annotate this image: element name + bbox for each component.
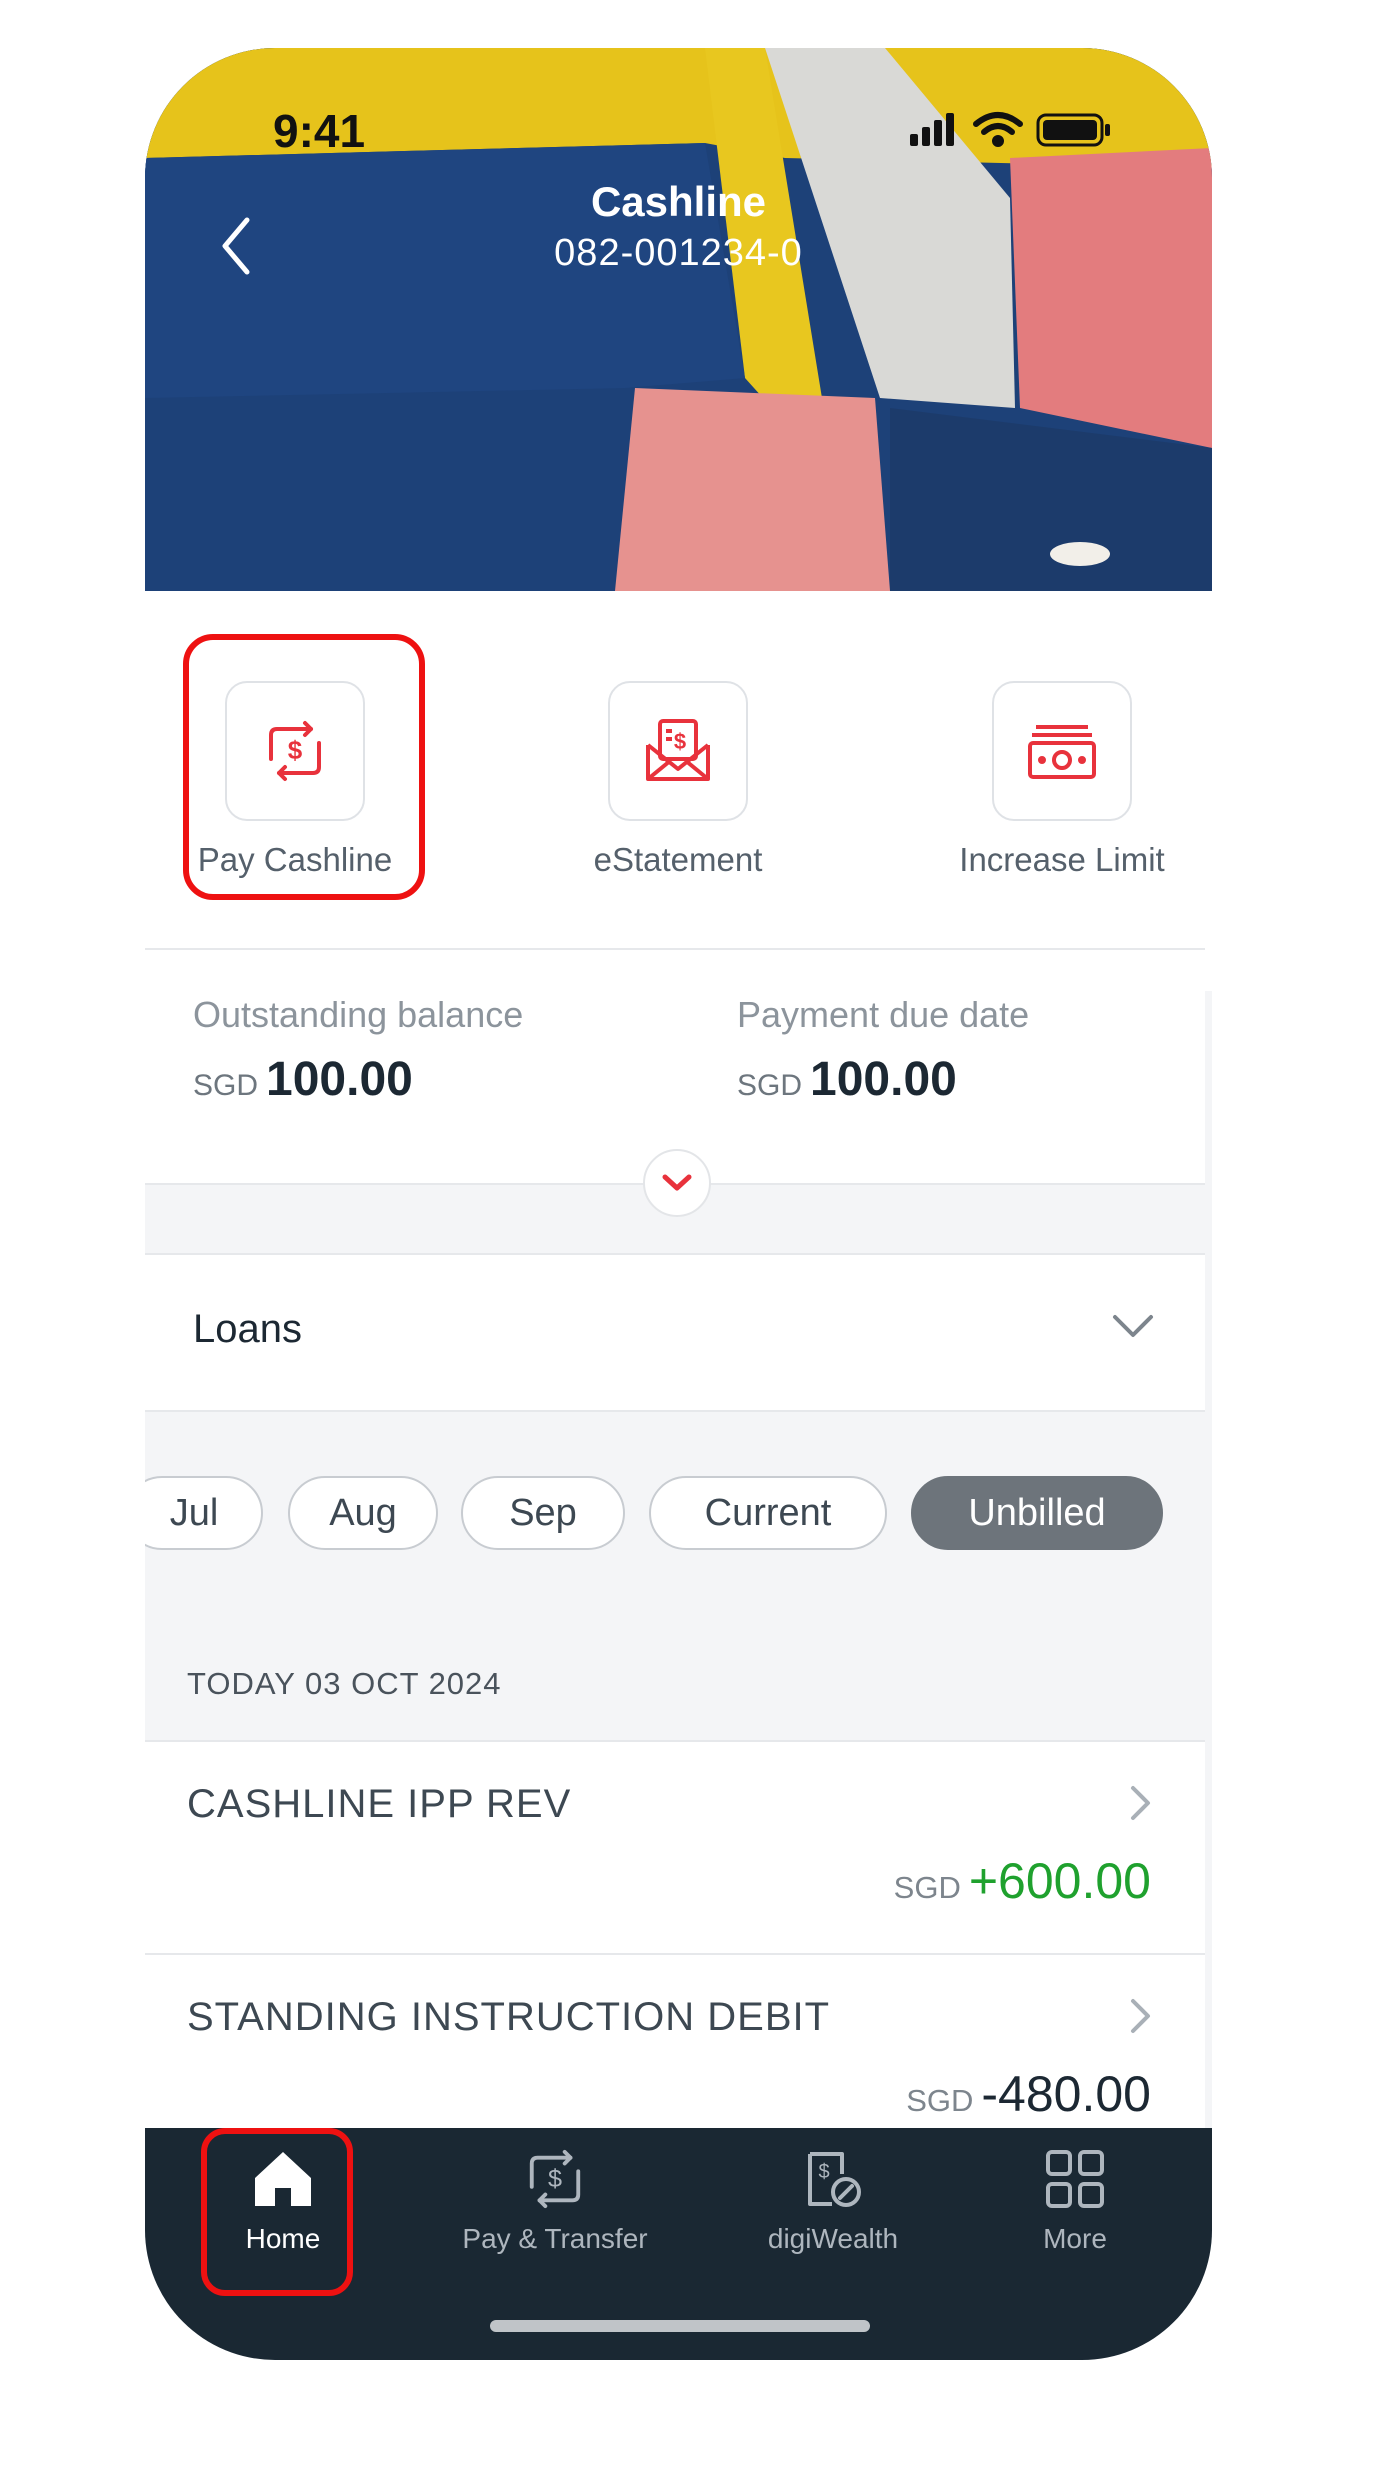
transaction-amount: -480.00 [981, 2066, 1151, 2122]
tab-pay-transfer[interactable]: $ Pay & Transfer [440, 2148, 670, 2255]
cash-note-icon [1028, 725, 1096, 779]
digiwealth-icon: $ [808, 2152, 861, 2207]
expand-balance-button[interactable] [643, 1149, 711, 1217]
due-value: 100.00 [810, 1053, 957, 1106]
tab-more[interactable]: More [1005, 2148, 1145, 2255]
svg-text:$: $ [818, 2161, 829, 2183]
transactions-date-header: TODAY 03 OCT 2024 [187, 1666, 502, 1701]
tab-more-label: More [1043, 2223, 1107, 2254]
chevron-right-icon [1131, 1999, 1150, 2033]
transaction-name: CASHLINE IPP REV [187, 1782, 572, 1826]
outstanding-value: 100.00 [266, 1053, 413, 1106]
svg-text:$: $ [674, 729, 686, 754]
grid-icon [1046, 2150, 1104, 2208]
highlight-box-pay-cashline [183, 634, 425, 900]
payment-due: Payment due date SGD 100.00 [737, 994, 1029, 1107]
page-title: Cashline [590, 178, 767, 225]
outstanding-currency: SGD [193, 1069, 259, 1102]
wifi-icon [973, 112, 1023, 147]
estatement-button[interactable]: $ eStatement [528, 681, 828, 879]
outstanding-label: Outstanding balance [193, 994, 524, 1035]
increase-limit-label: Increase Limit [959, 841, 1165, 878]
estatement-envelope-icon: $ [646, 719, 710, 781]
home-indicator [490, 2320, 870, 2332]
status-time: 9:41 [273, 105, 366, 157]
estatement-label: eStatement [593, 841, 763, 878]
svg-text:$: $ [548, 2165, 562, 2193]
increase-limit-tile[interactable] [992, 681, 1132, 821]
tab-digiwealth-label: digiWealth [767, 2223, 899, 2254]
pay-transfer-icon: $ [529, 2149, 581, 2209]
chevron-right-icon [1131, 1786, 1150, 1820]
phone-screen: 9:41 Cashline 082-001234-0 $ Pay Cashlin… [145, 48, 1212, 2360]
quick-actions: $ Pay Cashline $ eStatement Increase Lim… [145, 591, 1212, 991]
transaction-currency: SGD [893, 1870, 961, 1905]
transaction-amount: +600.00 [968, 1853, 1151, 1909]
battery-icon [1036, 113, 1110, 147]
due-currency: SGD [737, 1069, 803, 1102]
month-tab-sep[interactable]: Sep [461, 1476, 625, 1550]
account-number: 082-001234-0 [554, 232, 803, 274]
header-title-group: Cashline 082-001234-0 [145, 178, 1212, 275]
due-label: Payment due date [737, 994, 1030, 1035]
chevron-down-icon [1113, 1315, 1153, 1337]
increase-limit-button[interactable]: Increase Limit [912, 681, 1212, 879]
loans-title: Loans [193, 1307, 302, 1351]
chevron-down-icon [662, 1174, 692, 1191]
loans-dropdown[interactable]: Loans [145, 1253, 1205, 1412]
month-tab-jul[interactable]: Jul [145, 1476, 263, 1550]
status-icons [910, 110, 1120, 155]
header-banner: 9:41 Cashline 082-001234-0 [145, 48, 1212, 591]
transaction-row[interactable]: CASHLINE IPP REV SGD +600.00 [145, 1740, 1205, 1954]
signal-icon [910, 113, 954, 146]
transaction-currency: SGD [906, 2083, 974, 2118]
estatement-tile[interactable]: $ [608, 681, 748, 821]
month-tab-unbilled[interactable]: Unbilled [911, 1476, 1163, 1550]
transaction-name: STANDING INSTRUCTION DEBIT [187, 1995, 831, 2039]
tab-digiwealth[interactable]: $ digiWealth [743, 2148, 923, 2255]
tab-pay-transfer-label: Pay & Transfer [462, 2223, 648, 2254]
month-tab-aug[interactable]: Aug [288, 1476, 438, 1550]
month-tab-current[interactable]: Current [649, 1476, 887, 1550]
highlight-box-home [201, 2128, 353, 2296]
outstanding-balance: Outstanding balance SGD 100.00 [193, 994, 523, 1107]
